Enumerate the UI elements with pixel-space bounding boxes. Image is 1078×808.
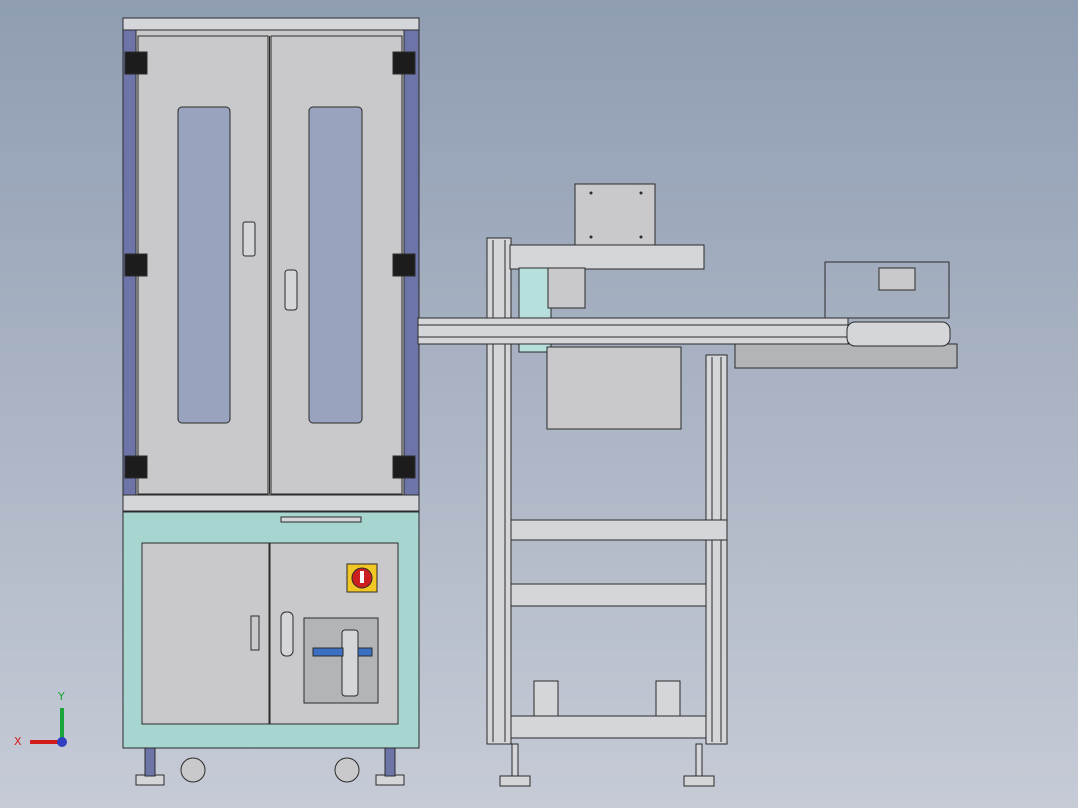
carriage-back-block	[547, 267, 586, 309]
conveyor-roller[interactable]	[846, 321, 951, 347]
left-cabinet[interactable]	[122, 17, 420, 786]
base-left-door-latch[interactable]	[250, 615, 260, 651]
triad-x-label: X	[14, 735, 22, 748]
machine-drawing: X Y	[14, 17, 958, 787]
triad-y-label: Y	[57, 690, 65, 703]
air-unit-panel	[303, 617, 379, 704]
stand-post-left	[486, 237, 512, 745]
main-switch-lever	[360, 571, 364, 583]
left-door-handle[interactable]	[242, 221, 256, 257]
caster-wheel-left	[180, 757, 206, 783]
bottom-bracket-right	[655, 680, 681, 717]
stand-beam-1	[510, 519, 728, 541]
air-filter-inlet	[312, 647, 344, 657]
hinge-top-right	[392, 51, 416, 75]
air-filter-outlet	[357, 647, 373, 657]
bottom-rail	[122, 494, 420, 512]
right-door-handle[interactable]	[284, 269, 298, 311]
motor-plate	[574, 183, 656, 246]
hinge-mid-right	[392, 253, 416, 277]
base-vent-strip	[280, 516, 362, 523]
conveyor-rail	[417, 317, 849, 345]
foot-stem-right	[384, 747, 396, 777]
right-stand[interactable]	[417, 183, 958, 787]
foot-stem-left	[144, 747, 156, 777]
control-box[interactable]	[546, 346, 682, 430]
stand-beam-3	[510, 715, 707, 739]
stand-post-right	[705, 354, 728, 745]
base-left-door[interactable]	[141, 542, 270, 725]
top-rail	[122, 17, 420, 31]
coordinate-triad-icon: X Y	[14, 690, 67, 748]
cad-viewport[interactable]: X Y	[0, 0, 1078, 808]
caster-wheel-right	[334, 757, 360, 783]
tray-sensor-block	[878, 267, 916, 291]
right-door-window	[308, 106, 363, 424]
stand-beam-2	[510, 583, 707, 607]
stand-foot-right	[683, 775, 715, 787]
air-filter-body[interactable]	[341, 629, 359, 697]
hinge-bottom-left	[124, 455, 148, 479]
hinge-mid-left	[124, 253, 148, 277]
base-right-handle[interactable]	[280, 611, 294, 657]
bottom-bracket-left	[533, 680, 559, 717]
hinge-bottom-right	[392, 455, 416, 479]
gantry-top-beam	[509, 244, 705, 270]
stand-foot-left	[499, 775, 531, 787]
left-door-window	[177, 106, 231, 424]
hinge-top-left	[124, 51, 148, 75]
output-tray	[734, 343, 958, 369]
